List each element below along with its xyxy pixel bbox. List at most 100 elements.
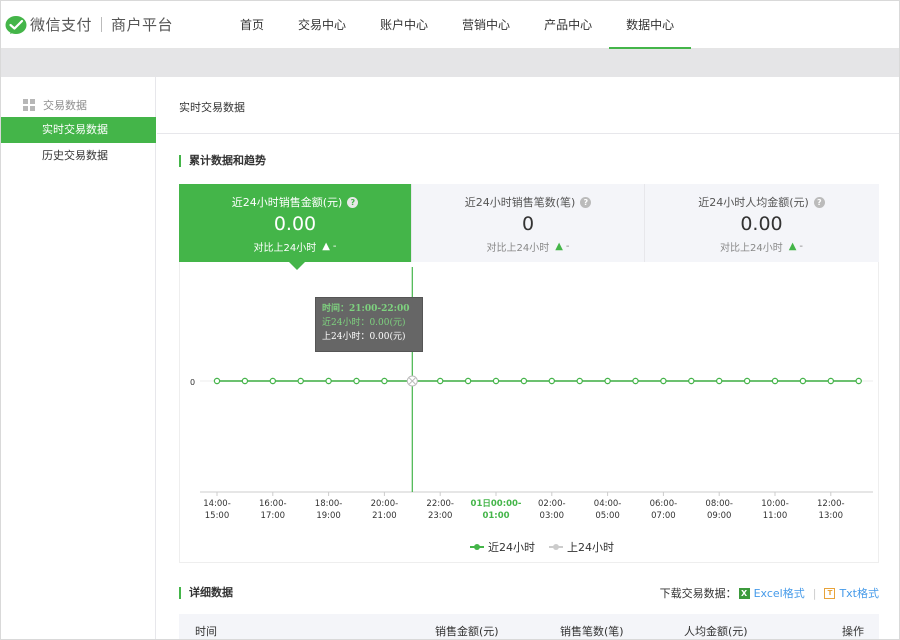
x-tick-label: 01:00 [482, 511, 509, 521]
stat-card-sales-count[interactable]: 近24小时销售笔数(笔)? 0 对比上24小时 ▲ - [412, 184, 645, 262]
data-point [437, 377, 444, 385]
download-excel-label: Excel格式 [753, 587, 805, 600]
data-point [799, 377, 807, 385]
nav-marketing-center[interactable]: 营销中心 [445, 1, 527, 49]
stat-compare-label: 对比上24小时 [486, 243, 550, 254]
data-point [492, 377, 500, 385]
x-tick-label: 20:00- [371, 499, 399, 509]
page-title: 实时交易数据 [179, 101, 245, 114]
legend-item-previous[interactable]: 上24小时 [549, 539, 614, 555]
brand-logo[interactable]: 微信支付 商户平台 [5, 14, 173, 35]
sidebar-item-history[interactable]: 历史交易数据 [1, 143, 156, 169]
help-icon[interactable]: ? [580, 196, 592, 208]
x-tick-label: 23:00 [428, 511, 453, 521]
title-divider [157, 133, 899, 134]
sidebar-group-label: 交易数据 [43, 99, 87, 112]
download-divider: | [812, 586, 817, 600]
x-tick-label: 09:00 [707, 511, 732, 521]
x-tick-label: 14:00- [203, 499, 231, 509]
wechat-pay-logo-icon [5, 15, 27, 34]
data-point [743, 377, 751, 385]
x-tick-label: 17:00 [261, 511, 286, 521]
data-point [241, 377, 249, 385]
data-point [381, 377, 388, 385]
data-point [632, 377, 639, 385]
stat-delta: - [565, 241, 570, 252]
grid-icon [23, 99, 35, 111]
x-tick-label: 19:00 [316, 511, 341, 521]
sidebar: 交易数据 实时交易数据 历史交易数据 [1, 77, 156, 639]
x-tick-label: 12:00- [817, 499, 845, 509]
column-header-sales-amount: 销售金额(元) [435, 625, 499, 638]
nav-account-center[interactable]: 账户中心 [363, 1, 445, 49]
main-content: 实时交易数据 累计数据和趋势 近24小时销售金额(元)? 0.00 对比上24小… [157, 77, 899, 639]
stat-compare-label: 对比上24小时 [253, 243, 317, 254]
data-point [604, 377, 611, 385]
download-txt-link[interactable]: T Txt格式 [824, 585, 879, 601]
nav-trade-center[interactable]: 交易中心 [281, 1, 363, 49]
data-point [660, 377, 667, 385]
stat-label: 近24小时销售笔数(笔) [464, 196, 576, 209]
stat-delta: - [799, 241, 804, 252]
help-icon[interactable]: ? [813, 196, 825, 208]
data-point [716, 377, 723, 385]
arrow-up-icon: ▲ [788, 241, 797, 252]
tooltip-previous: 上24小时：0.00(元) [322, 332, 406, 342]
nav-product-center[interactable]: 产品中心 [527, 1, 609, 49]
section-title-detail: 详细数据 [179, 587, 233, 599]
nav-home[interactable]: 首页 [223, 1, 281, 49]
sidebar-item-realtime[interactable]: 实时交易数据 [1, 117, 156, 143]
download-label: 下载交易数据： [659, 587, 737, 600]
column-header-actions: 操作 [842, 625, 864, 638]
x-tick-label: 10:00- [761, 499, 789, 509]
trend-chart: 0 14:00- 15:00 16:00- 17:00 18:00- 19:00 20:00-… [179, 262, 879, 563]
stat-value: 0 [521, 213, 535, 235]
x-tick-label: 15:00 [205, 511, 230, 521]
column-header-avg-amount: 人均金额(元) [684, 625, 748, 638]
chart-tooltip: 时间：21:00-22:00 近24小时：0.00(元) 上24小时：0.00(… [315, 297, 423, 352]
stat-card-sales-amount[interactable]: 近24小时销售金额(元)? 0.00 对比上24小时 ▲ - [179, 184, 412, 270]
legend-line-icon [470, 543, 484, 551]
x-tick-label: 21:00 [372, 511, 397, 521]
txt-file-icon: T [824, 587, 836, 599]
top-header: 微信支付 商户平台 首页 交易中心 账户中心 营销中心 产品中心 数据中心 [1, 1, 899, 49]
data-point [213, 377, 221, 385]
logo-subtitle: 商户平台 [111, 16, 174, 34]
detail-table-header: 时间 销售金额(元) 销售笔数(笔) 人均金额(元) 操作 [179, 614, 879, 639]
stat-label: 近24小时销售金额(元) [231, 196, 343, 209]
sidebar-group-trade-data: 交易数据 [23, 97, 87, 113]
column-header-sales-count: 销售笔数(笔) [560, 625, 624, 638]
x-tick-label: 22:00- [426, 499, 454, 509]
x-tick-label: 18:00- [315, 499, 343, 509]
legend-label: 上24小时 [567, 541, 614, 554]
logo-divider [101, 17, 103, 32]
x-tick-label: 13:00 [819, 511, 844, 521]
trend-chart-svg: 0 14:00- 15:00 16:00- 17:00 18:00- 19:00 20:00-… [190, 267, 873, 521]
chart-legend: 近24小时 上24小时 [470, 539, 628, 555]
stat-card-avg-amount[interactable]: 近24小时人均金额(元)? 0.00 对比上24小时 ▲ - [645, 184, 878, 262]
tooltip-current: 近24小时：0.00(元) [322, 318, 406, 328]
excel-icon: X [738, 587, 750, 599]
legend-item-current[interactable]: 近24小时 [470, 539, 535, 555]
download-area: 下载交易数据： X Excel格式 | T Txt格式 [660, 585, 879, 601]
arrow-up-icon: ▲ [555, 241, 563, 252]
y-tick-label: 0 [190, 378, 195, 387]
data-point [827, 377, 835, 385]
download-excel-link[interactable]: X Excel格式 [737, 585, 805, 601]
legend-line-icon [549, 543, 563, 551]
column-header-time: 时间 [195, 625, 217, 638]
nav-data-center[interactable]: 数据中心 [609, 1, 692, 49]
data-point [269, 377, 277, 385]
stat-cards: 近24小时销售金额(元)? 0.00 对比上24小时 ▲ - 近24小时销售笔数(笔… [179, 184, 879, 270]
download-txt-label: Txt格式 [839, 587, 879, 600]
x-tick-label: 04:00- [594, 499, 622, 509]
data-point [688, 377, 695, 385]
help-icon[interactable]: ? [347, 196, 359, 208]
subheader-strip [1, 49, 899, 77]
x-tick-label: 07:00 [651, 511, 676, 521]
x-tick-label: 02:00- [538, 499, 566, 509]
x-tick-label: 16:00- [259, 499, 287, 509]
x-tick-label: 11:00 [763, 511, 788, 521]
data-point [855, 377, 862, 385]
data-point [520, 377, 528, 385]
